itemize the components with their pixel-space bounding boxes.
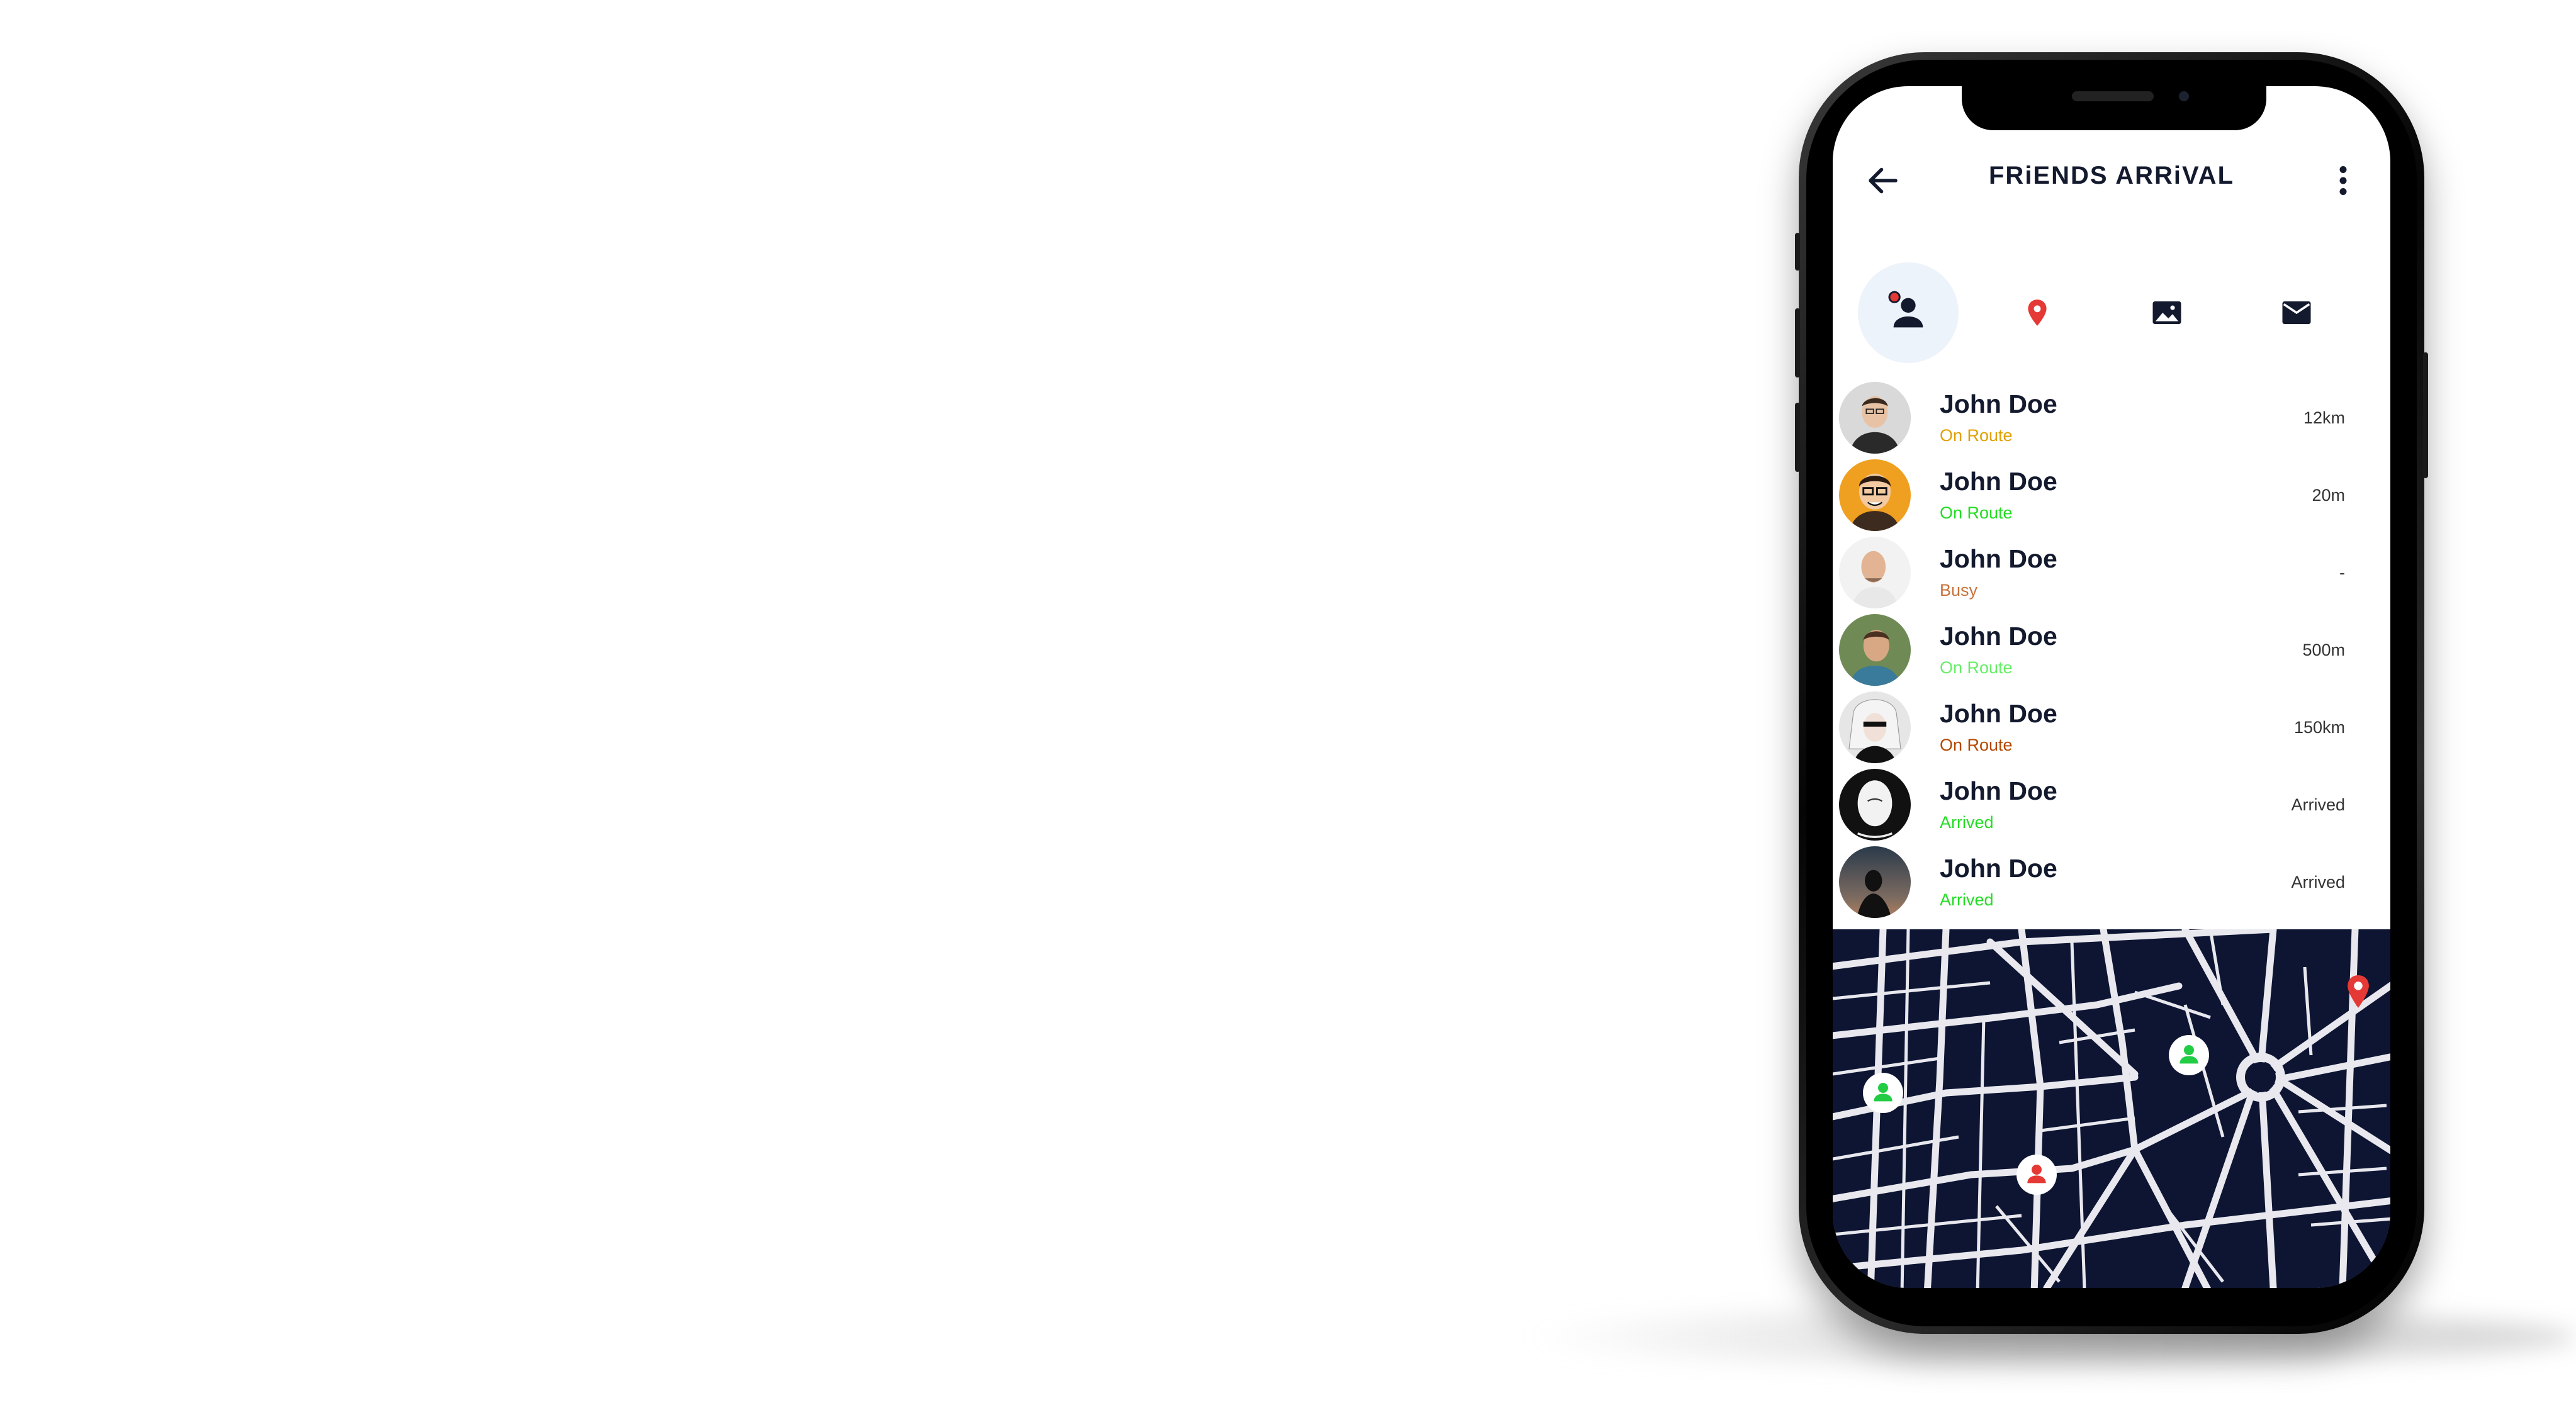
friend-name: John Doe [1940,854,2057,883]
list-item[interactable]: John Doe On Route 500m [1833,614,2390,691]
friend-name: John Doe [1940,467,2057,496]
avatar [1839,691,1911,763]
friend-marker-icon[interactable] [2169,1035,2209,1075]
avatar [1839,382,1911,454]
phone-screen: FRiENDS ARRiVAL John Doe On Route 12km J… [1833,86,2390,1288]
list-item[interactable]: John Doe On Route 150km [1833,691,2390,769]
friend-marker-icon[interactable] [1863,1073,1903,1113]
friend-status: Busy [1940,581,1978,600]
phone-side-button [1795,233,1800,271]
friend-distance: - [2339,563,2345,582]
avatar [1839,459,1911,531]
page-title: FRiENDS ARRiVAL [1989,162,2234,189]
list-item[interactable]: John Doe Arrived Arrived [1833,769,2390,846]
avatar [1839,537,1911,608]
list-item[interactable]: John Doe Arrived Arrived [1833,846,2390,924]
friend-status: On Route [1940,503,2013,522]
friend-status: On Route [1940,658,2013,677]
friend-name: John Doe [1940,544,2057,573]
friend-distance: Arrived [2291,795,2345,814]
friend-status: On Route [1940,736,2013,754]
map-view[interactable] [1833,929,2390,1288]
list-item[interactable]: John Doe On Route 20m [1833,459,2390,537]
more-options-button[interactable] [2334,162,2353,199]
friend-name: John Doe [1940,389,2057,418]
friend-marker-icon[interactable] [2016,1155,2057,1195]
tab-messages[interactable] [2246,262,2347,363]
tab-friends[interactable] [1858,262,1959,363]
avatar [1839,769,1911,841]
destination-pin-icon[interactable] [2341,973,2375,1011]
more-vertical-icon [2339,166,2347,195]
friend-name: John Doe [1940,699,2057,728]
tab-photos[interactable] [2117,262,2217,363]
image-icon [2152,301,2181,324]
tab-location[interactable] [1987,262,2088,363]
friend-status: Arrived [1940,890,1994,909]
friend-distance: 500m [2302,641,2345,659]
location-pin-icon [2028,299,2047,326]
avatar [1839,846,1911,918]
app-header: FRiENDS ARRiVAL [1833,149,2390,206]
friend-status: Arrived [1940,813,1994,832]
list-item[interactable]: John Doe Busy - [1833,537,2390,614]
friend-distance: 20m [2312,486,2345,505]
friend-distance: 12km [2303,408,2345,427]
friend-distance: 150km [2293,718,2345,737]
speaker-grille [2072,91,2154,101]
mail-icon [2282,301,2311,324]
list-item[interactable]: John Doe On Route 12km [1833,382,2390,459]
friend-distance: Arrived [2291,873,2345,892]
friend-name: John Doe [1940,622,2057,651]
phone-volume-down-button [1795,403,1800,472]
tab-bar [1833,262,2390,363]
friend-name: John Doe [1940,776,2057,805]
street-map [1833,929,2390,1288]
phone-power-button [2423,352,2428,478]
friend-status: On Route [1940,426,2013,445]
avatar [1839,614,1911,686]
phone-notch [1962,86,2266,130]
front-camera [2179,91,2189,101]
person-icon [1888,291,1923,328]
phone-volume-up-button [1795,308,1800,378]
